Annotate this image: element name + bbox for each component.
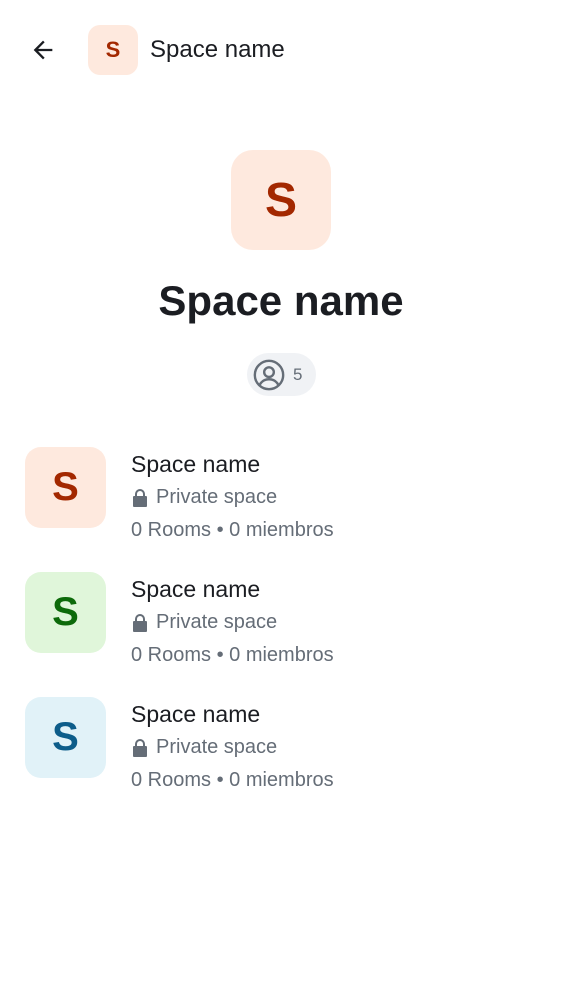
topbar-title: Space name	[150, 36, 285, 63]
space-list-item[interactable]: S Space name Private space 0 Rooms • 0 m…	[0, 690, 562, 815]
privacy-label: Private space	[156, 736, 278, 758]
privacy-label: Private space	[156, 611, 278, 633]
space-list-item[interactable]: S Space name Private space 0 Rooms • 0 m…	[0, 565, 562, 690]
space-item-privacy: Private space	[131, 736, 277, 759]
top-app-bar: S Space name	[0, 0, 562, 100]
space-avatar-small: S	[88, 25, 138, 75]
lock-icon	[131, 488, 149, 507]
space-item-privacy: Private space	[131, 611, 277, 634]
space-item-meta: 0 Rooms • 0 miembros	[131, 644, 334, 666]
space-item-privacy: Private space	[131, 486, 277, 509]
avatar-letter: S	[105, 37, 121, 62]
space-title: Space name	[158, 277, 404, 324]
space-avatar: S	[25, 697, 106, 778]
space-item-meta: 0 Rooms • 0 miembros	[131, 519, 334, 541]
space-avatar: S	[25, 447, 106, 528]
avatar-letter: S	[264, 173, 297, 227]
member-count: 5	[293, 364, 303, 384]
privacy-label: Private space	[156, 486, 278, 508]
lock-icon	[131, 738, 149, 757]
arrow-left-icon	[33, 40, 53, 60]
member-count-pill[interactable]: 5	[247, 353, 316, 396]
back-button[interactable]	[22, 29, 64, 71]
user-circle-icon	[251, 357, 287, 393]
space-item-meta: 0 Rooms • 0 miembros	[131, 769, 334, 791]
space-list: S Space name Private space 0 Rooms • 0 m…	[0, 440, 562, 815]
space-item-name: Space name	[131, 451, 261, 477]
lock-icon	[131, 613, 149, 632]
space-list-item[interactable]: S Space name Private space 0 Rooms • 0 m…	[0, 440, 562, 565]
avatar-letter: S	[52, 590, 79, 634]
space-avatar: S	[25, 572, 106, 653]
space-item-name: Space name	[131, 576, 261, 602]
avatar-letter: S	[52, 715, 79, 759]
avatar-letter: S	[52, 465, 79, 509]
space-item-name: Space name	[131, 701, 261, 727]
space-avatar-large: S	[231, 150, 331, 250]
